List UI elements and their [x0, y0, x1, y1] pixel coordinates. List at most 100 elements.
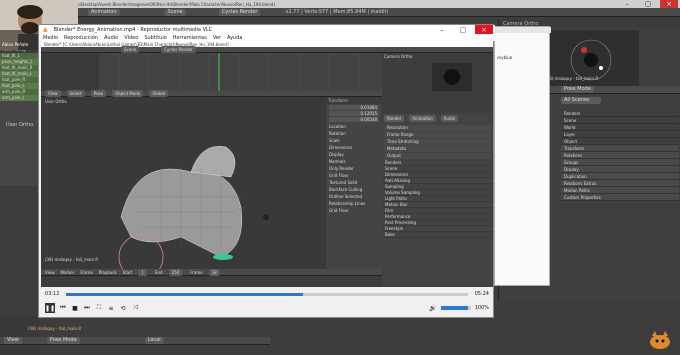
right-setting-item[interactable]: Custom Properties	[561, 194, 679, 201]
vlc-menu-item[interactable]: Medio	[43, 35, 58, 41]
right-setting-item[interactable]: Relations	[561, 152, 679, 159]
inner-toolbar-field[interactable]: Cycles Render	[161, 46, 196, 53]
props-item[interactable]: Relationship Lines	[326, 200, 382, 207]
right-setting-item[interactable]: Groups	[561, 159, 679, 166]
right-tree-item[interactable]: Object	[561, 138, 679, 145]
shuffle-button[interactable]: ⤨	[131, 304, 139, 312]
all-scenes-dropdown[interactable]: All Scenes	[561, 96, 601, 104]
pause-button[interactable]: ❚❚	[45, 303, 55, 313]
right-panel-item[interactable]: Bake	[382, 232, 493, 238]
seek-bar[interactable]	[66, 292, 468, 296]
inner-camera-label: Camera Ortho	[384, 54, 413, 59]
engine-field[interactable]: Cycles Render	[218, 8, 261, 16]
scene-field[interactable]: Scene	[164, 8, 186, 16]
right-tree-item[interactable]: Layer	[561, 131, 679, 138]
props-item[interactable]: Location	[326, 123, 382, 130]
vlc-minimize-button[interactable]: –	[433, 25, 451, 35]
props-item[interactable]: Backface Culling	[326, 186, 382, 193]
timeline-menu[interactable]: Playback	[99, 270, 117, 275]
inner-header-button[interactable]: Pose	[90, 90, 107, 97]
inner-props-panel: Transform 0.01084 0.12015 0.00548 Location Ro…	[326, 97, 382, 269]
timeline-menu[interactable]: Marker	[61, 270, 75, 275]
props-item[interactable]: Grid Floor	[326, 172, 382, 179]
timeline-menu[interactable]: Frame	[80, 270, 92, 275]
loop-button[interactable]: ⟲	[119, 304, 127, 312]
vlc-menu-item[interactable]: Reproducción	[64, 35, 98, 41]
bg-user-ortho: User Ortho	[6, 122, 34, 128]
inner-header-button[interactable]: Select	[66, 90, 85, 97]
right-pose-field[interactable]: Pose Mode	[561, 86, 594, 93]
props-value[interactable]: 0.00548	[329, 117, 379, 122]
inner-header-button[interactable]: Object Mode	[112, 90, 144, 97]
timeline-value[interactable]: 38	[208, 268, 220, 276]
bg-left-panel: Atom Arkng foot_IK_Lpose_heights_Lfoot_I…	[0, 46, 40, 186]
props-item[interactable]: Display	[326, 151, 382, 158]
right-setting-item[interactable]: Transform	[561, 145, 679, 152]
right-tree-item[interactable]: Renders	[561, 110, 679, 117]
inner-tab[interactable]: Render	[384, 115, 405, 122]
render-field[interactable]: Output	[384, 153, 491, 159]
vlc-menu-item[interactable]: Ver	[213, 35, 221, 41]
props-item[interactable]: Dimensions	[326, 144, 382, 151]
render-field[interactable]: Resolution	[384, 125, 491, 131]
bg-local-field[interactable]: Local	[144, 337, 164, 344]
props-value[interactable]: 0.12015	[329, 111, 379, 116]
bg-view-menu[interactable]: View	[4, 337, 22, 344]
inner-viewport: User Ortho (38) malaquy - tail_main.R	[41, 97, 326, 269]
timeline-value[interactable]: 1	[138, 268, 147, 276]
bg-bottom-bar: View Pose Mode Local	[0, 337, 270, 345]
inner-tab[interactable]: Audio	[440, 115, 459, 122]
inner-toolbar-field[interactable]: Scene	[121, 46, 140, 53]
render-field[interactable]: Time Stretching	[384, 139, 491, 145]
character-mesh	[118, 146, 269, 269]
props-item[interactable]: Normals	[326, 158, 382, 165]
vlc-maximize-button[interactable]: ▢	[454, 25, 472, 35]
props-item[interactable]: Textured Solid	[326, 179, 382, 186]
browser-url[interactable]: skyblue	[497, 55, 512, 60]
screen-field[interactable]: Animation	[88, 8, 120, 16]
props-item[interactable]: Grid Floor	[326, 207, 382, 214]
props-item[interactable]: Rotation	[326, 130, 382, 137]
props-item[interactable]: Scale	[326, 137, 382, 144]
inner-header-button[interactable]: View	[45, 90, 61, 97]
vlc-menu-item[interactable]: Subtítulo	[144, 35, 166, 41]
vlc-menu-item[interactable]: Vídeo	[124, 35, 138, 41]
left-panel-item[interactable]: arm_pole_L	[0, 95, 40, 101]
render-field[interactable]: Metadata	[384, 146, 491, 152]
right-setting-item[interactable]: Motion Paths	[561, 187, 679, 194]
props-item[interactable]: Outline Selected	[326, 193, 382, 200]
inner-tabs: Render Animation Audio	[382, 113, 493, 124]
right-setting-item[interactable]: Duplication	[561, 173, 679, 180]
bg-pose-mode[interactable]: Pose Mode	[46, 337, 80, 344]
inner-tab[interactable]: Animation	[409, 115, 436, 122]
vlc-menu-item[interactable]: Herramientas	[173, 35, 207, 41]
inner-header-button[interactable]: Global	[149, 90, 169, 97]
render-field[interactable]: Frame Range	[384, 132, 491, 138]
volume-bar[interactable]	[440, 306, 471, 310]
vlc-video: Blender* [C:\Users\Abian\Abian\Lethal Ga…	[41, 41, 493, 287]
right-setting-item[interactable]: Relations Extras	[561, 180, 679, 187]
inner-viewport-label: (38) malaquy - tail_main.R	[45, 257, 99, 262]
current-time: 03:12	[45, 291, 60, 297]
timeline-menu[interactable]: View	[45, 270, 55, 275]
vlc-titlebar: ▲ Blender* Energy_Animation.mp4 - Reprod…	[39, 25, 495, 34]
fullscreen-button[interactable]: ⛶	[95, 304, 103, 312]
webcam-label: Abian Peñate	[2, 42, 29, 47]
props-item[interactable]: Only Render	[326, 165, 382, 172]
props-value[interactable]: 0.01084	[329, 105, 379, 110]
next-button[interactable]: ⏭	[83, 304, 91, 312]
vlc-controls: ❚❚ ⏮ ■ ⏭ ⛶ ≡ ⟲ ⤨ 🔊 100%	[41, 301, 493, 315]
bg-bottom-viewport	[0, 316, 40, 355]
vlc-menu-item[interactable]: Audio	[104, 35, 118, 41]
stop-button[interactable]: ■	[71, 304, 79, 312]
right-tree-item[interactable]: World	[561, 124, 679, 131]
timeline-value[interactable]: 250	[168, 268, 183, 276]
bg-top-bar: Animation Scene Cycles Render v2.77 | Ve…	[0, 8, 680, 17]
playlist-button[interactable]: ≡	[107, 304, 115, 312]
prev-button[interactable]: ⏮	[59, 304, 67, 312]
vlc-close-button[interactable]: ×	[475, 24, 493, 35]
volume-icon[interactable]: 🔊	[429, 305, 436, 312]
vlc-menu-item[interactable]: Ayuda	[227, 35, 242, 41]
right-tree-item[interactable]: Scene	[561, 117, 679, 124]
right-setting-item[interactable]: Display	[561, 166, 679, 173]
